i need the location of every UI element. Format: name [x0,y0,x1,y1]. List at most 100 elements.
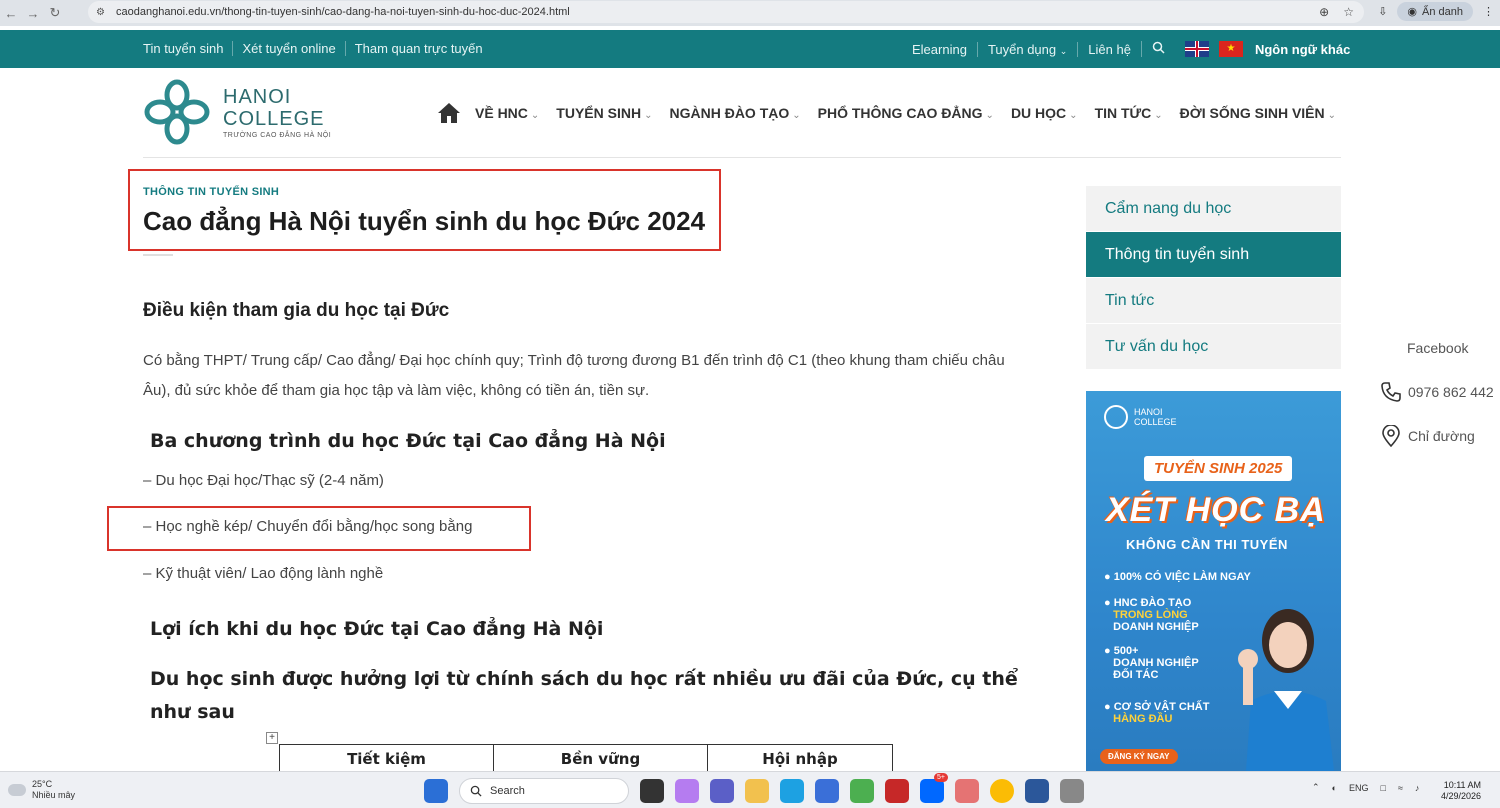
map-pin-icon [1382,425,1400,447]
chevron-down-icon: ⌄ [1154,110,1163,121]
heading-benefits: Lợi ích khi du học Đức tại Cao đẳng Hà N… [150,618,604,640]
benefits-table: Tiết kiệm Bền vững Hội nhập [279,744,893,773]
nav-pho-thong-cao-dang[interactable]: PHỔ THÔNG CAO ĐẲNG ⌄ [818,105,994,121]
download-icon[interactable]: ⇩ [1378,5,1387,18]
copilot-icon[interactable] [675,779,699,803]
sidebar-item-thong-tin-tuyen-sinh[interactable]: Thông tin tuyển sinh [1086,232,1341,278]
top-link-lien-he[interactable]: Liên hệ [1077,41,1141,57]
cloudy-weather-icon [8,784,26,796]
uk-flag-icon[interactable] [1184,41,1209,57]
reload-icon[interactable]: ↻ [44,2,66,24]
chevron-down-icon: ⌄ [792,110,801,121]
table-header-cell: Bền vững [493,744,708,773]
system-clock[interactable]: 10:11 AM 4/29/2026 [1441,780,1481,802]
weather-widget[interactable]: 25°C Nhiều mây [8,779,75,801]
top-utility-bar: Tin tuyển sinh Xét tuyển online Tham qua… [0,30,1500,68]
banner-logo: HANOI COLLEGE [1104,405,1177,429]
search-icon [470,785,482,797]
list-item: – Kỹ thuật viên/ Lao động lành nghề [143,565,384,582]
volume-muted-icon[interactable]: ♪ [1415,783,1420,793]
heading-programs: Ba chương trình du học Đức tại Cao đẳng … [150,430,666,452]
home-icon[interactable] [437,102,461,124]
teams-icon[interactable] [710,779,734,803]
file-explorer-icon[interactable] [745,779,769,803]
zoom-icon[interactable]: ⊕ [1319,5,1329,19]
back-icon[interactable]: ← [0,2,22,24]
network-icon[interactable]: ◐ [1332,783,1337,793]
sidebar-item-tin-tuc[interactable]: Tin tức [1086,278,1341,324]
phone-icon [1381,382,1401,402]
heading-policy: Du học sinh được hưởng lợi từ chính sách… [150,668,1018,723]
vn-flag-icon[interactable]: ★ [1218,41,1243,57]
site-logo[interactable]: HANOI COLLEGE TRƯỜNG CAO ĐẲNG HÀ NỘI [143,78,331,146]
site-info-icon[interactable]: ⚙ [96,7,110,18]
browser-toolbar: ← → ↻ ⚙ caodanghanoi.edu.vn/thong-tin-tu… [0,0,1500,26]
nav-tin-tuc[interactable]: TIN TỨC ⌄ [1095,105,1163,121]
app-icon[interactable] [1060,779,1084,803]
banner-bullet: ● HNC ĐÀO TẠO TRONG LÒNG DOANH NGHIỆP [1104,597,1199,633]
logo-line2: COLLEGE [223,107,325,130]
title-highlight-box [128,169,721,251]
mcafee-icon[interactable] [885,779,909,803]
register-now-button[interactable]: ĐĂNG KÝ NGAY [1100,749,1178,764]
banner-tag: TUYỂN SINH 2025 [1144,456,1293,481]
notification-icon[interactable]: □ [1381,783,1386,793]
list-item: – Du học Đại học/Thạc sỹ (2-4 năm) [143,472,384,489]
nav-nganh-dao-tao[interactable]: NGÀNH ĐÀO TẠO ⌄ [669,105,800,121]
other-languages-link[interactable]: Ngôn ngữ khác [1255,42,1350,57]
nav-tuyen-sinh[interactable]: TUYỂN SINH ⌄ [556,105,652,121]
bookmark-star-icon[interactable]: ☆ [1343,5,1354,19]
nav-doi-song-sinh-vien[interactable]: ĐỜI SỐNG SINH VIÊN ⌄ [1180,105,1336,121]
task-view-icon[interactable] [640,779,664,803]
top-link-xet-tuyen-online[interactable]: Xét tuyển online [232,41,344,56]
browser-menu-icon[interactable]: ⋮ [1483,5,1494,18]
incognito-icon: ◉ [1407,6,1418,18]
student-photo [1238,609,1334,771]
sidebar-item-tu-van-du-hoc[interactable]: Tư vấn du học [1086,324,1341,370]
logo-tagline: TRƯỜNG CAO ĐẲNG HÀ NỘI [223,131,332,139]
top-link-tin-tuyen-sinh[interactable]: Tin tuyển sinh [143,41,232,56]
address-bar[interactable]: ⚙ caodanghanoi.edu.vn/thong-tin-tuyen-si… [88,1,1364,23]
windows-start-icon[interactable] [424,779,448,803]
heading-conditions: Điều kiện tham gia du học tại Đức [143,300,450,321]
top-link-elearning[interactable]: Elearning [912,42,977,57]
word-icon[interactable] [1025,779,1049,803]
store-icon[interactable] [815,779,839,803]
chrome-icon[interactable] [990,779,1014,803]
top-link-tuyen-dung[interactable]: Tuyển dụng ⌄ [976,41,1077,57]
banner-headline: XÉT HỌC BẠ [1106,491,1326,529]
logo-line1: HANOI [223,85,292,108]
edge-icon[interactable] [780,779,804,803]
top-link-tham-quan[interactable]: Tham quan trực tuyến [344,41,492,56]
notification-badge: 5+ [934,773,948,782]
wifi-icon[interactable]: ≈ [1398,783,1403,793]
program-highlight-box [107,506,531,551]
language-indicator[interactable]: ENG [1349,783,1369,793]
site-header: HANOI COLLEGE TRƯỜNG CAO ĐẲNG HÀ NỘI VỀ … [143,78,1341,158]
banner-bullet: ● CƠ SỞ VẬT CHẤT HÀNG ĐẦU [1104,701,1210,725]
forward-icon[interactable]: → [22,2,44,24]
nav-ve-hnc[interactable]: VỀ HNC ⌄ [475,105,539,121]
app-icon[interactable] [955,779,979,803]
url-text[interactable]: caodanghanoi.edu.vn/thong-tin-tuyen-sinh… [116,6,1319,18]
zalo-icon[interactable]: 5+ [920,773,948,803]
paragraph-conditions: Có bằng THPT/ Trung cấp/ Cao đẳng/ Đại h… [143,352,1005,399]
banner-bullet: ● 500+ DOANH NGHIỆP ĐỐI TÁC [1104,645,1199,681]
title-divider [143,254,173,256]
facebook-link[interactable]: Facebook [1407,340,1468,356]
search-icon[interactable] [1140,41,1175,57]
directions-link[interactable]: Chỉ đường [1380,425,1475,447]
nav-du-hoc[interactable]: DU HỌC ⌄ [1011,105,1078,121]
taskbar-search[interactable]: Search [459,778,629,804]
table-move-handle-icon[interactable]: + [266,732,278,744]
windows-taskbar: 25°C Nhiều mây Search 5+ ⌃ ◐ ENG □ ≈ ♪ 10… [0,771,1500,808]
sidebar-item-cam-nang-du-hoc[interactable]: Cẩm nang du học [1086,186,1341,232]
hanoi-college-logo-icon [1104,405,1128,429]
app-icon[interactable] [850,779,874,803]
profile-label: Ẩn danh [1422,5,1463,18]
chevron-down-icon: ⌄ [1327,110,1337,121]
phone-link[interactable]: 0976 862 442 [1380,381,1494,403]
admission-banner[interactable]: HANOI COLLEGE TUYỂN SINH 2025 XÉT HỌC BẠ … [1086,391,1341,771]
chevron-up-icon[interactable]: ⌃ [1312,782,1320,793]
incognito-profile-button[interactable]: ◉ Ẩn danh [1397,2,1473,21]
